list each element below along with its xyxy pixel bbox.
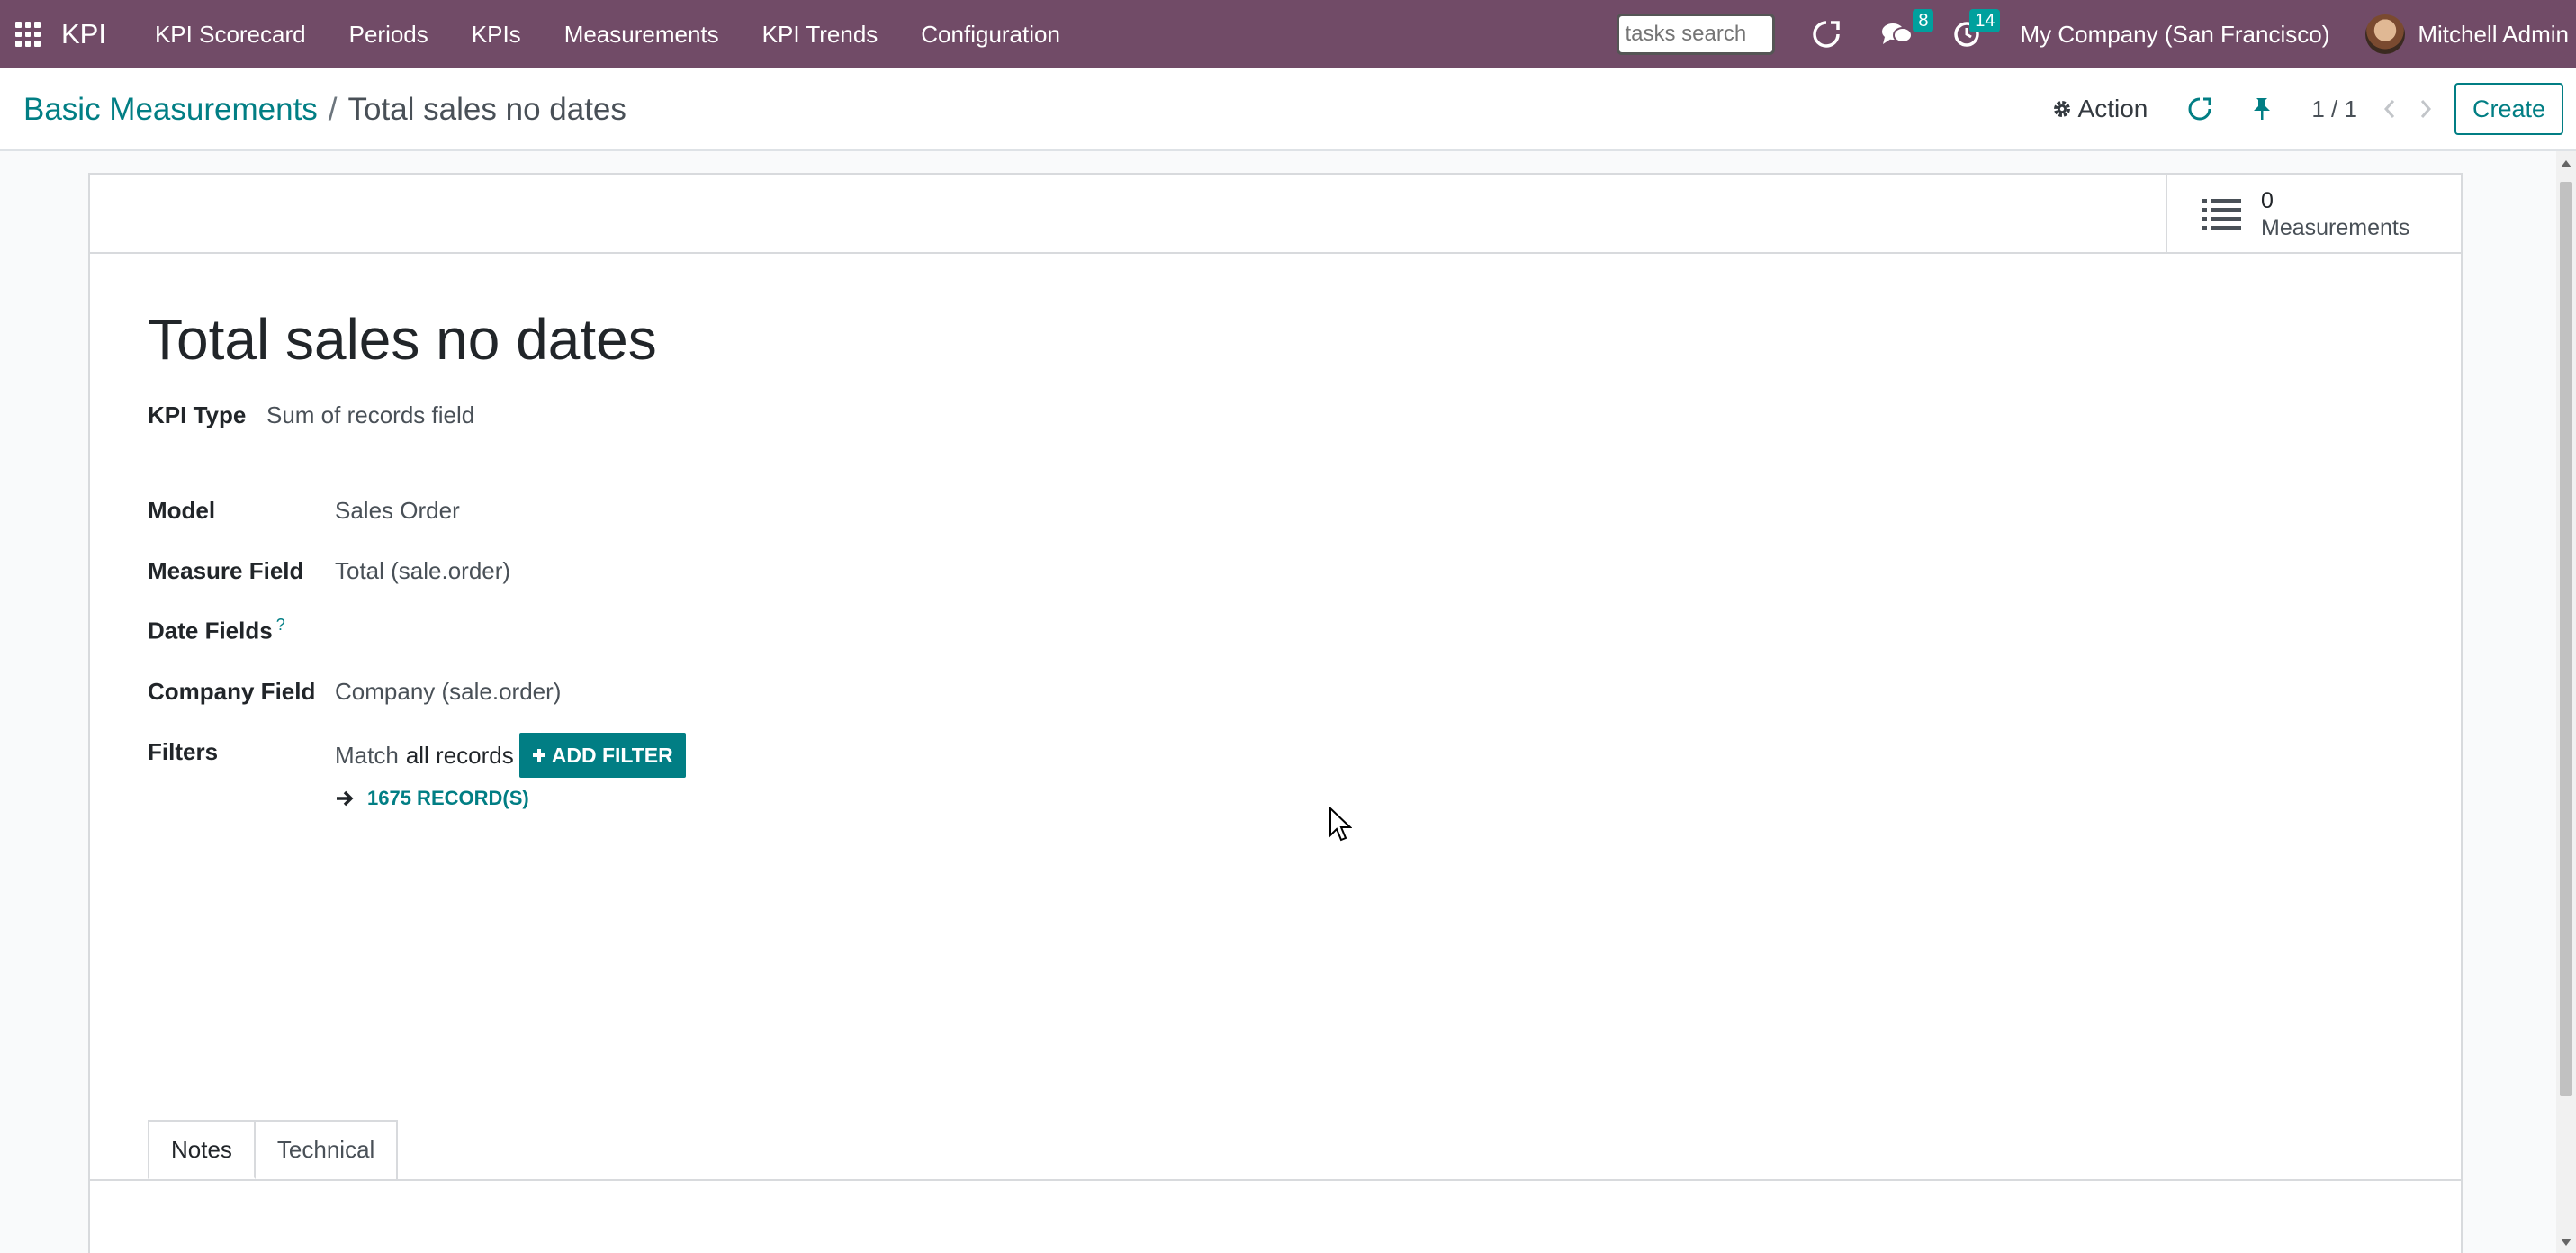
tabs-divider [90,1179,2461,1181]
chat-icon [1882,23,1914,44]
company-switcher[interactable]: My Company (San Francisco) [2020,21,2329,49]
pager-next-button[interactable] [2418,98,2433,120]
chevron-right-icon [2420,100,2431,118]
activities-button[interactable]: 14 [1953,9,2001,52]
scroll-thumb[interactable] [2560,182,2572,1096]
model-field: Model Sales Order [148,497,460,525]
company-field-label: Company Field [148,678,316,705]
smart-button-text: 0 Measurements [2261,187,2409,241]
measure-field-value[interactable]: Total (sale.order) [335,557,510,585]
plus-icon [532,749,545,762]
action-menu-label: Action [2077,95,2148,122]
page-scrollbar[interactable] [2556,151,2576,1253]
tasks-search-input[interactable] [1617,14,1776,55]
measure-field-field: Measure Field Total (sale.order) [148,557,510,585]
menu-configuration[interactable]: Configuration [899,0,1082,68]
kpi-type-value[interactable]: Sum of records field [266,401,474,429]
user-avatar [2365,14,2406,54]
user-name: Mitchell Admin [2418,20,2569,48]
date-fields-help-tooltip[interactable]: ? [276,616,285,634]
refresh-systray-button[interactable] [1811,16,1842,52]
top-navbar: KPI KPI Scorecard Periods KPIs Measureme… [0,0,2576,68]
app-brand[interactable]: KPI [61,18,106,50]
add-filter-button[interactable]: ADD FILTER [518,733,686,778]
tab-notes[interactable]: Notes [148,1120,256,1179]
form-sheet: 0 Measurements Total sales no dates KPI … [88,173,2463,1253]
arrow-right-icon [337,790,354,807]
breadcrumb-current: Total sales no dates [347,92,626,127]
pager-value[interactable]: 1 / 1 [2311,95,2357,123]
breadcrumb: Basic Measurements / Total sales no date… [23,92,626,128]
apps-grid-icon [15,22,41,47]
filters-label: Filters [148,738,219,765]
control-panel-actions: Action 1 / 1 Create [2051,81,2563,137]
scroll-down-arrow-icon[interactable] [2561,1239,2571,1246]
breadcrumb-separator: / [328,92,338,127]
menu-kpi-trends[interactable]: KPI Trends [741,0,900,68]
kpi-type-label: KPI Type [148,401,247,428]
refresh-icon [1813,21,1841,48]
menu-kpi-scorecard[interactable]: KPI Scorecard [133,0,328,68]
matching-records-count: 1675 RECORD(S) [367,787,529,809]
filters-match-text: Match [335,741,399,769]
action-menu-button[interactable]: Action [2051,95,2148,123]
filters-scope-text: all records [405,741,514,769]
pin-button[interactable] [2252,96,2272,122]
messages-count-badge: 8 [1913,9,1934,32]
pin-icon [2254,98,2271,120]
notebook-tabs: Notes Technical [148,1120,399,1179]
measurements-label: Measurements [2261,215,2410,240]
refresh-record-button[interactable] [2187,96,2212,122]
messages-button[interactable]: 8 [1881,9,1934,52]
gear-icon [2053,101,2070,117]
activities-count-badge: 14 [1969,9,2001,32]
model-label: Model [148,497,216,524]
filters-domain-editor: Match all records ADD FILTER 1675 RECORD… [335,733,686,810]
apps-menu-button[interactable] [0,0,56,68]
measurements-count: 0 [2261,188,2274,213]
menu-kpis[interactable]: KPIs [450,0,543,68]
refresh-icon [2188,97,2211,121]
filters-field: Filters [148,738,218,766]
create-button[interactable]: Create [2454,83,2563,135]
breadcrumb-parent-link[interactable]: Basic Measurements [23,92,318,128]
tab-technical[interactable]: Technical [255,1120,399,1179]
menu-periods[interactable]: Periods [328,0,450,68]
mouse-cursor-icon [1329,807,1352,842]
navbar-systray: 8 14 My Company (San Francisco) Mitchell… [1617,0,2576,68]
date-fields-label-text: Date Fields [148,617,273,645]
pager-previous-button[interactable] [2382,98,2397,120]
filters-summary: Match all records ADD FILTER [335,733,686,778]
matching-records-link[interactable]: 1675 RECORD(S) [335,787,686,810]
scroll-up-arrow-icon[interactable] [2561,160,2571,167]
control-panel: Basic Measurements / Total sales no date… [0,68,2576,151]
chevron-left-icon [2383,100,2395,118]
smart-button-box: 0 Measurements [90,175,2461,254]
measurements-smart-button[interactable]: 0 Measurements [2166,175,2461,254]
company-field-value[interactable]: Company (sale.order) [335,678,561,706]
date-fields-field: Date Fields? [148,616,285,645]
model-value[interactable]: Sales Order [335,497,460,525]
user-menu[interactable]: Mitchell Admin [2365,14,2569,54]
record-title: Total sales no dates [148,307,657,372]
list-icon [2202,199,2241,230]
company-field-field: Company Field Company (sale.order) [148,678,561,706]
date-fields-label: Date Fields? [148,616,285,645]
menu-measurements[interactable]: Measurements [543,0,741,68]
kpi-type-field: KPI Type Sum of records field [148,401,474,429]
add-filter-label: ADD FILTER [551,743,673,767]
measure-field-label: Measure Field [148,557,304,584]
main-menu: KPI Scorecard Periods KPIs Measurements … [133,0,1082,68]
